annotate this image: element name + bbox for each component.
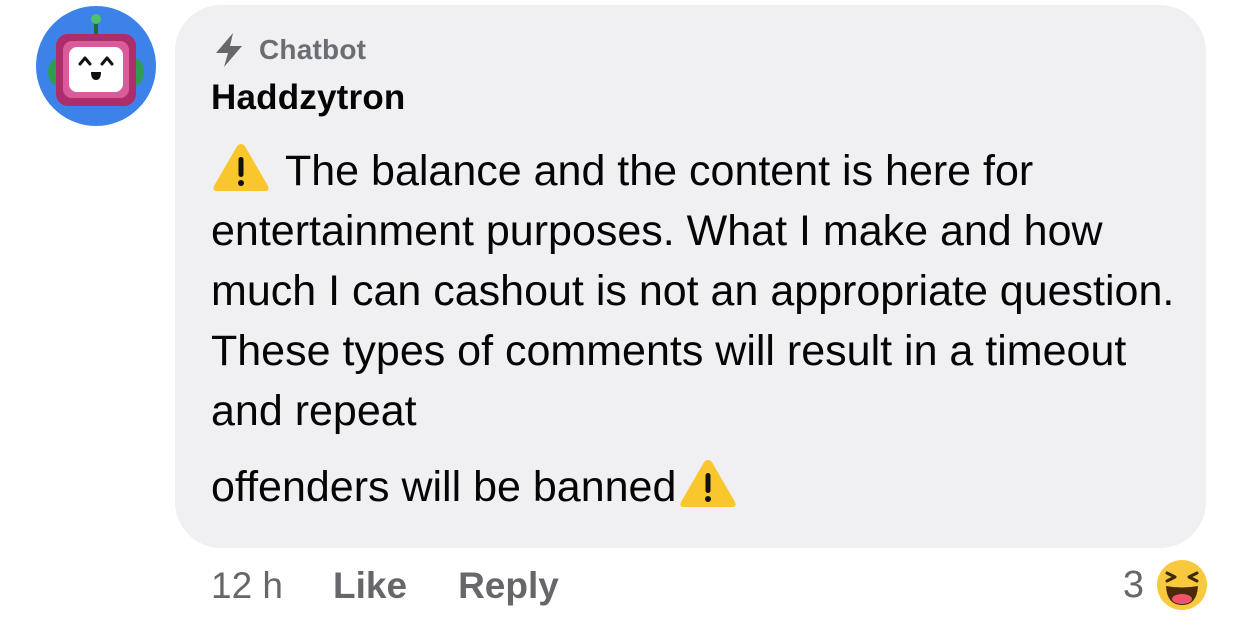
chatbot-badge: Chatbot [212,31,366,69]
warning-icon [213,144,269,191]
badge-label: Chatbot [259,34,367,65]
comment-actions: 12 h Like Reply [211,563,559,609]
reaction-count: 3 [1122,563,1144,606]
robot-icon [36,6,156,126]
like-button[interactable]: Like [333,565,407,607]
author-name[interactable]: Haddzytron [211,78,406,118]
reaction-summary[interactable]: 3 [1123,558,1208,612]
comment: Chatbot Haddzytron The balance and the c… [0,0,1242,631]
haha-emoji-icon [1157,560,1207,610]
comment-body-last-line-text: offenders will be banned [211,463,677,511]
robot-avatar[interactable] [36,6,156,126]
warning-icon [680,460,736,507]
reply-button[interactable]: Reply [458,565,559,607]
timestamp[interactable]: 12 h [211,565,283,607]
comment-body-last-line: offenders will be banned [211,457,1196,517]
comment-body: The balance and the content is here for … [211,141,1196,517]
comment-body-text: The balance and the content is here for … [211,147,1175,435]
lightning-bolt-icon [216,33,242,67]
